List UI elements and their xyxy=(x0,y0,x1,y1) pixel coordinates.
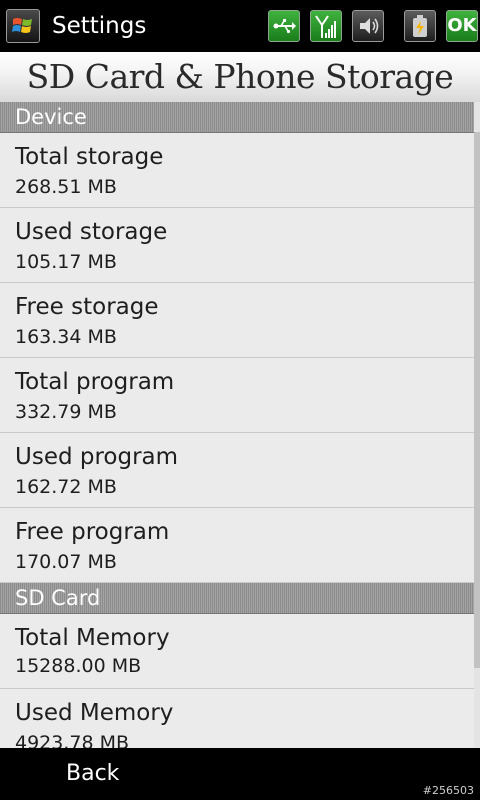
list-item-free-storage[interactable]: Free storage 163.34 MB xyxy=(0,283,474,358)
item-value: 332.79 MB xyxy=(15,401,117,423)
ok-icon[interactable]: OK xyxy=(446,10,478,42)
list-item-total-storage[interactable]: Total storage 268.51 MB xyxy=(0,133,474,208)
app-title: Settings xyxy=(52,13,147,39)
item-label: Used storage xyxy=(15,219,168,245)
item-label: Used program xyxy=(15,444,179,470)
item-value: 105.17 MB xyxy=(15,251,117,273)
list-item-free-program[interactable]: Free program 170.07 MB xyxy=(0,508,474,583)
item-label: Total storage xyxy=(15,144,164,170)
scrollbar-thumb[interactable] xyxy=(474,132,480,668)
list-item-total-program[interactable]: Total program 332.79 MB xyxy=(0,358,474,433)
item-value: 170.07 MB xyxy=(15,551,117,573)
item-label: Free storage xyxy=(15,294,159,320)
section-header-sd-card: SD Card xyxy=(0,583,474,614)
item-label: Total Memory xyxy=(15,625,170,651)
item-value: 15288.00 MB xyxy=(15,655,142,677)
page-header: SD Card & Phone Storage xyxy=(0,52,480,103)
list-item-total-memory[interactable]: Total Memory 15288.00 MB xyxy=(0,614,474,689)
item-value: 268.51 MB xyxy=(15,176,117,198)
list-item-used-storage[interactable]: Used storage 105.17 MB xyxy=(0,208,474,283)
battery-charging-icon[interactable] xyxy=(404,10,436,42)
speaker-icon[interactable] xyxy=(352,10,384,42)
page-title: SD Card & Phone Storage xyxy=(26,57,454,96)
usb-sync-icon[interactable] xyxy=(268,10,300,42)
item-value: 163.34 MB xyxy=(15,326,117,348)
windows-start-icon[interactable] xyxy=(6,9,40,43)
bottom-bar: Back xyxy=(0,748,480,800)
ok-label: OK xyxy=(447,15,477,36)
storage-list: Device Total storage 268.51 MB Used stor… xyxy=(0,102,474,748)
list-item-used-memory[interactable]: Used Memory 4923.78 MB xyxy=(0,689,474,748)
item-label: Total program xyxy=(15,369,175,395)
back-button[interactable]: Back xyxy=(66,760,119,788)
item-value: 4923.78 MB xyxy=(15,732,130,748)
signal-strength-icon[interactable] xyxy=(310,10,342,42)
item-label: Free program xyxy=(15,519,170,545)
item-label: Used Memory xyxy=(15,700,174,726)
list-item-used-program[interactable]: Used program 162.72 MB xyxy=(0,433,474,508)
item-value: 162.72 MB xyxy=(15,476,117,498)
section-header-device: Device xyxy=(0,102,474,133)
status-bar: Settings OK xyxy=(0,0,480,52)
watermark: #256503 xyxy=(422,784,474,797)
